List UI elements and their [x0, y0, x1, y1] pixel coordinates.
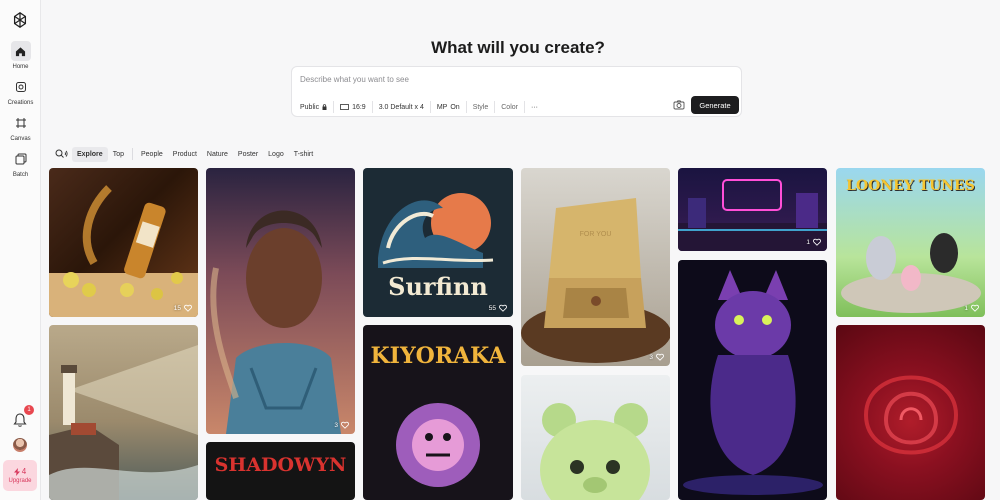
visibility-label: Public — [300, 103, 320, 111]
sidebar: Home Creations Canvas Batch 1 4 Upgrade — [0, 0, 41, 500]
aspect-ratio-icon — [340, 104, 349, 110]
upgrade-button[interactable]: 4 Upgrade — [3, 460, 37, 491]
more-icon: ··· — [530, 103, 538, 111]
tab-nature[interactable]: Nature — [202, 147, 233, 162]
dragon-illustration — [396, 403, 480, 487]
portrait-illustration — [210, 210, 341, 434]
sidebar-item-batch[interactable]: Batch — [0, 149, 41, 178]
tab-tshirt[interactable]: T-shirt — [289, 147, 318, 162]
bolt-icon — [13, 467, 20, 476]
tab-product[interactable]: Product — [168, 147, 202, 162]
mp-value: On — [450, 103, 460, 111]
gallery-image-whisky[interactable]: 15 — [49, 168, 198, 317]
surfinn-text: Surfinn — [388, 272, 488, 301]
prompt-input[interactable] — [300, 75, 680, 84]
canvas-icon — [11, 113, 31, 133]
upgrade-label: Upgrade — [8, 478, 32, 484]
tab-explore[interactable]: Explore — [72, 146, 108, 162]
tab-top[interactable]: Top — [108, 147, 129, 162]
like-count: 3 — [649, 353, 653, 361]
gallery-image-gift-box[interactable]: FOR YOU 3 — [521, 168, 670, 366]
heart-icon[interactable] — [813, 238, 821, 246]
color-select[interactable]: Color — [495, 101, 524, 113]
batch-icon — [11, 149, 31, 169]
sidebar-item-label: Home — [12, 64, 29, 70]
gallery-image-cat[interactable] — [678, 260, 827, 500]
gallery-image-shadowyn[interactable]: SHADOWYN — [206, 442, 355, 500]
gallery-image-rose[interactable] — [836, 325, 985, 500]
bell-icon[interactable] — [12, 412, 28, 428]
cartoon-illustration — [841, 233, 981, 313]
neon-arcade-illustration — [678, 179, 827, 251]
gift-box-text: FOR YOU — [579, 231, 612, 238]
heart-icon[interactable] — [971, 304, 979, 312]
tab-logo[interactable]: Logo — [263, 147, 289, 162]
prompt-box: Public 16:9 3.0 Default x 4 MP On Style … — [291, 66, 742, 117]
gallery-image-looney-tunes[interactable]: LOONEY TUNES 1 — [836, 168, 985, 317]
creations-icon — [11, 77, 31, 97]
rose-illustration — [863, 375, 959, 455]
more-options-button[interactable]: ··· — [525, 101, 544, 113]
heart-icon[interactable] — [341, 421, 349, 429]
heart-icon[interactable] — [656, 353, 664, 361]
tab-poster[interactable]: Poster — [233, 147, 263, 162]
generate-button[interactable]: Generate — [691, 96, 739, 114]
upgrade-count: 4 — [21, 467, 27, 476]
cat-illustration — [683, 270, 823, 495]
like-count: 3 — [334, 421, 338, 429]
avatar[interactable] — [13, 438, 27, 452]
page-title: What will you create? — [431, 38, 605, 57]
like-count: 1 — [806, 238, 810, 246]
style-select[interactable]: Style — [467, 101, 495, 113]
camera-icon[interactable] — [673, 99, 685, 111]
gallery-image-kiyoraka[interactable]: KIYORAKA — [363, 325, 513, 500]
like-count: 15 — [173, 304, 181, 312]
gallery-image-neon-arcade[interactable]: 1 — [678, 168, 827, 251]
whisky-bottle-illustration — [49, 185, 198, 317]
heart-icon[interactable] — [499, 304, 507, 312]
sidebar-item-label: Batch — [12, 172, 29, 178]
lock-icon — [322, 104, 327, 110]
model-label: 3.0 Default x 4 — [378, 103, 424, 111]
gallery-image-surfinn[interactable]: Surfinn 55 — [363, 168, 513, 317]
tab-people[interactable]: People — [136, 147, 168, 162]
heart-icon[interactable] — [184, 304, 192, 312]
aspect-ratio-label: 16:9 — [352, 103, 366, 111]
jelly-bear-illustration — [540, 403, 650, 500]
like-count: 55 — [488, 304, 496, 312]
sidebar-item-creations[interactable]: Creations — [0, 77, 41, 106]
visibility-select[interactable]: Public — [300, 101, 333, 113]
sidebar-item-label: Creations — [7, 100, 34, 106]
notification-badge: 1 — [24, 405, 34, 415]
like-count: 1 — [964, 304, 968, 312]
model-select[interactable]: 3.0 Default x 4 — [373, 101, 430, 113]
search-icon[interactable] — [54, 146, 70, 162]
mp-label: MP — [436, 103, 448, 111]
mp-toggle[interactable]: MP On — [431, 101, 466, 113]
gift-box-illustration — [521, 198, 670, 363]
sidebar-item-label: Canvas — [10, 136, 31, 142]
gallery-image-jelly-bear[interactable] — [521, 375, 670, 500]
color-label: Color — [501, 103, 518, 111]
gallery-image-lighthouse[interactable] — [49, 325, 198, 500]
gallery-image-woman[interactable]: 3 — [206, 168, 355, 434]
sidebar-item-canvas[interactable]: Canvas — [0, 113, 41, 142]
prompt-options: Public 16:9 3.0 Default x 4 MP On Style … — [300, 101, 544, 113]
aspect-ratio-select[interactable]: 16:9 — [334, 101, 372, 113]
app-logo-icon[interactable] — [11, 11, 29, 29]
lighthouse-illustration — [49, 345, 198, 500]
shadowyn-text: SHADOWYN — [214, 454, 347, 476]
filter-tabs: Explore Top People Product Nature Poster… — [54, 146, 318, 162]
style-label: Style — [472, 103, 489, 111]
